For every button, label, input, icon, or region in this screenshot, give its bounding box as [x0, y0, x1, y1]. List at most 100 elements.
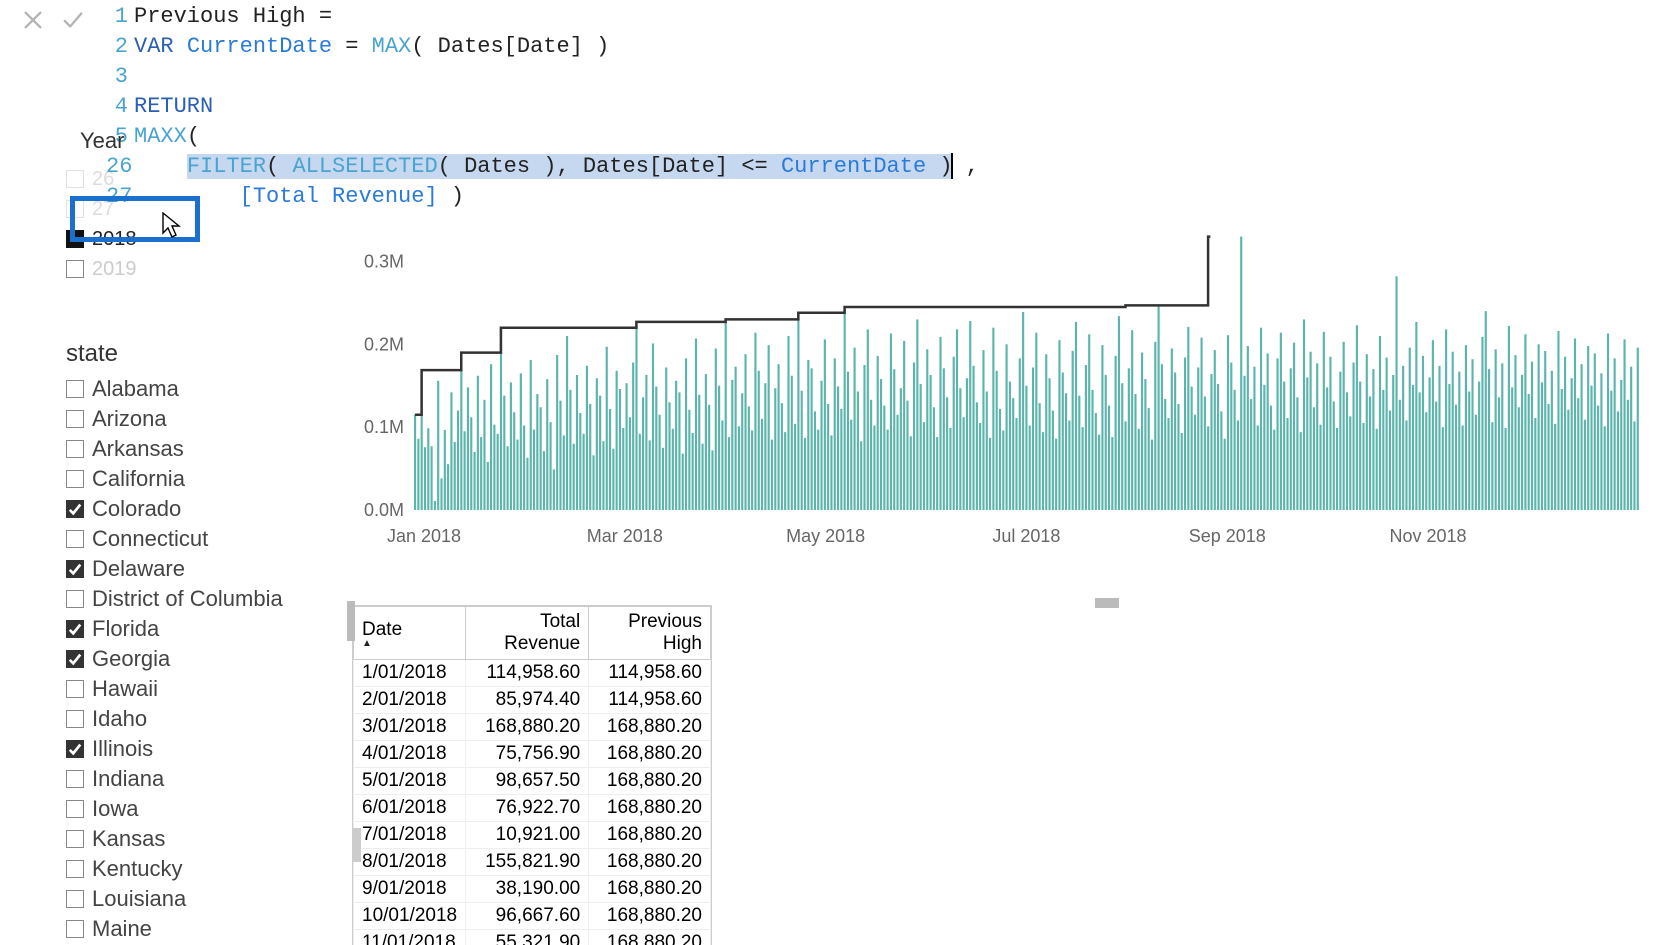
- bar[interactable]: [1267, 353, 1269, 510]
- bar[interactable]: [1511, 387, 1513, 510]
- bar[interactable]: [454, 442, 456, 510]
- bar[interactable]: [1131, 330, 1133, 510]
- bar[interactable]: [1227, 335, 1229, 510]
- chart-scroll-handle[interactable]: [1095, 598, 1119, 608]
- bar[interactable]: [986, 392, 988, 510]
- bar[interactable]: [827, 404, 829, 510]
- bar[interactable]: [599, 396, 601, 510]
- bar[interactable]: [1336, 428, 1338, 510]
- bar[interactable]: [440, 478, 442, 510]
- bar[interactable]: [1151, 440, 1153, 510]
- checkbox-icon[interactable]: [66, 590, 84, 608]
- bar[interactable]: [1501, 363, 1503, 510]
- bar[interactable]: [701, 444, 703, 510]
- bar[interactable]: [933, 407, 935, 510]
- bar[interactable]: [731, 380, 733, 510]
- state-option[interactable]: Alabama: [66, 374, 306, 404]
- bar[interactable]: [953, 357, 955, 510]
- bar[interactable]: [1505, 428, 1507, 510]
- bar[interactable]: [530, 360, 532, 510]
- bar[interactable]: [1339, 372, 1341, 510]
- bar[interactable]: [450, 392, 452, 510]
- bar[interactable]: [910, 436, 912, 510]
- state-option[interactable]: Illinois: [66, 734, 306, 764]
- bar[interactable]: [1630, 367, 1632, 510]
- bar[interactable]: [1141, 353, 1143, 510]
- bar[interactable]: [1564, 357, 1566, 510]
- bar[interactable]: [1108, 406, 1110, 510]
- table-row[interactable]: 1/01/2018114,958.60114,958.60: [354, 660, 711, 687]
- checkbox-icon[interactable]: [66, 440, 84, 458]
- bar[interactable]: [1481, 337, 1483, 510]
- bar[interactable]: [906, 401, 908, 510]
- bar[interactable]: [1614, 358, 1616, 510]
- bar[interactable]: [1485, 311, 1487, 510]
- commit-icon[interactable]: [59, 6, 87, 34]
- bar[interactable]: [1310, 352, 1312, 510]
- bar[interactable]: [497, 434, 499, 510]
- bar[interactable]: [768, 345, 770, 510]
- bar[interactable]: [665, 367, 667, 510]
- state-option[interactable]: District of Columbia: [66, 584, 306, 614]
- bar[interactable]: [1303, 319, 1305, 510]
- bar[interactable]: [939, 337, 941, 510]
- bar[interactable]: [583, 434, 585, 510]
- table-row[interactable]: 6/01/201876,922.70168,880.20: [354, 795, 711, 822]
- state-option[interactable]: California: [66, 464, 306, 494]
- checkbox-icon[interactable]: [66, 740, 84, 758]
- checkbox-icon[interactable]: [66, 230, 84, 248]
- bar[interactable]: [1191, 387, 1193, 510]
- bar[interactable]: [1498, 397, 1500, 510]
- bar[interactable]: [1422, 356, 1424, 510]
- bar[interactable]: [546, 379, 548, 510]
- bar[interactable]: [1230, 363, 1232, 510]
- bar[interactable]: [579, 413, 581, 510]
- bar[interactable]: [1382, 390, 1384, 510]
- bar[interactable]: [698, 395, 700, 510]
- bar[interactable]: [424, 447, 426, 510]
- table-row[interactable]: 2/01/201885,974.40114,958.60: [354, 687, 711, 714]
- table-row[interactable]: 5/01/201898,657.50168,880.20: [354, 768, 711, 795]
- bar[interactable]: [1250, 399, 1252, 510]
- bar[interactable]: [1075, 322, 1077, 510]
- bar[interactable]: [943, 368, 945, 510]
- state-option[interactable]: Maine: [66, 914, 306, 944]
- bar[interactable]: [867, 329, 869, 510]
- bar[interactable]: [1144, 379, 1146, 510]
- bar[interactable]: [982, 350, 984, 510]
- bar[interactable]: [1068, 421, 1070, 510]
- bar[interactable]: [996, 371, 998, 510]
- checkbox-icon[interactable]: [66, 530, 84, 548]
- bar[interactable]: [847, 372, 849, 510]
- bar[interactable]: [1531, 362, 1533, 510]
- bar[interactable]: [629, 417, 631, 510]
- bar[interactable]: [1604, 426, 1606, 510]
- state-option[interactable]: Florida: [66, 614, 306, 644]
- checkbox-icon[interactable]: [66, 680, 84, 698]
- bar[interactable]: [1379, 336, 1381, 510]
- checkbox-icon[interactable]: [66, 470, 84, 488]
- bar[interactable]: [688, 410, 690, 510]
- revenue-chart[interactable]: 0.0M0.1M0.2M0.3MJan 2018Mar 2018May 2018…: [350, 210, 1650, 550]
- bar[interactable]: [659, 415, 661, 510]
- table-row[interactable]: 7/01/201810,921.00168,880.20: [354, 822, 711, 849]
- bar[interactable]: [1316, 363, 1318, 510]
- bar[interactable]: [493, 425, 495, 510]
- bar[interactable]: [1590, 386, 1592, 510]
- bar[interactable]: [896, 415, 898, 510]
- bar[interactable]: [464, 431, 466, 510]
- bar[interactable]: [1366, 354, 1368, 510]
- bar[interactable]: [969, 321, 971, 510]
- bar[interactable]: [692, 433, 694, 510]
- bar[interactable]: [1326, 387, 1328, 510]
- bar[interactable]: [1300, 432, 1302, 510]
- bar[interactable]: [645, 375, 647, 510]
- bar[interactable]: [1508, 326, 1510, 510]
- bar[interactable]: [460, 353, 462, 510]
- bar[interactable]: [1118, 316, 1120, 510]
- bar[interactable]: [1554, 424, 1556, 510]
- bar[interactable]: [622, 428, 624, 510]
- bar[interactable]: [1032, 367, 1034, 510]
- bar[interactable]: [586, 366, 588, 510]
- bar[interactable]: [926, 349, 928, 510]
